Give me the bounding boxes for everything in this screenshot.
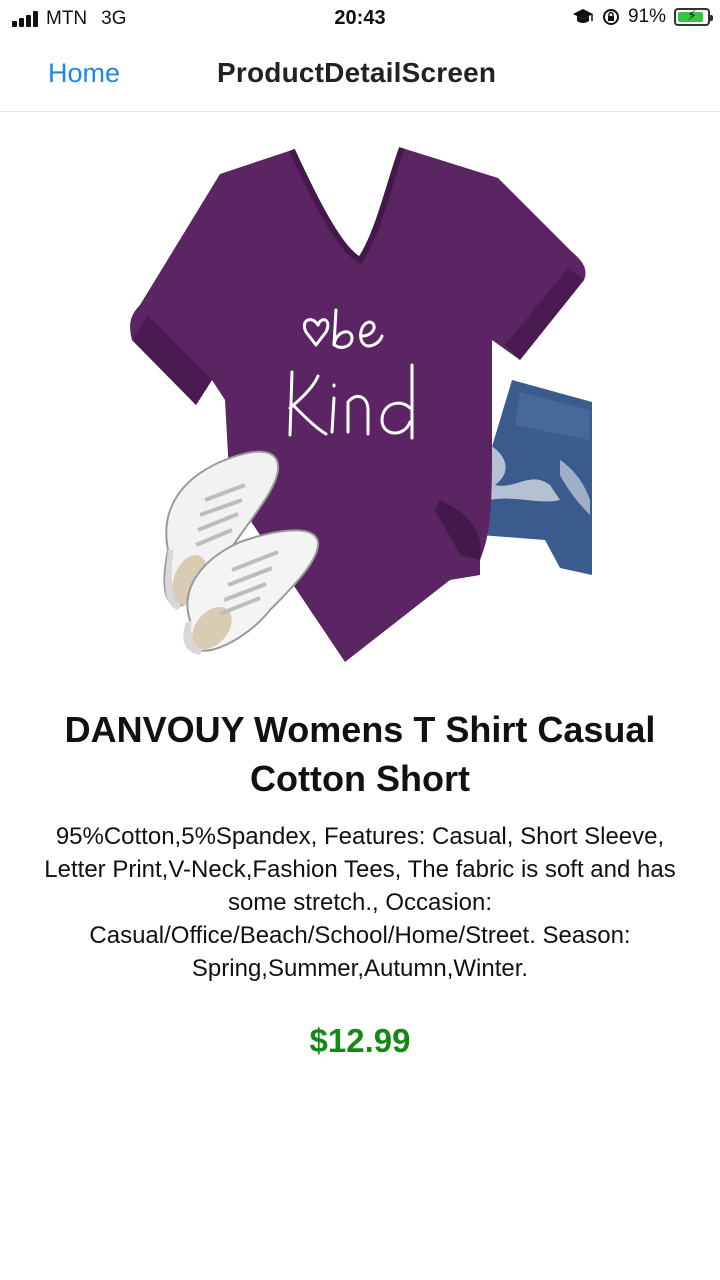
product-description: 95%Cotton,5%Spandex, Features: Casual, S… bbox=[44, 823, 676, 982]
jeans-illustration bbox=[480, 380, 592, 575]
rotation-lock-icon bbox=[602, 9, 619, 25]
graduation-cap-icon bbox=[572, 9, 593, 23]
home-back-button[interactable]: Home bbox=[48, 58, 120, 89]
battery-percent: 91% bbox=[627, 6, 666, 27]
status-bar: MTN 3G 20:43 91% ⚡ bbox=[0, 0, 720, 38]
battery-charging-icon: ⚡ bbox=[674, 7, 713, 26]
navigation-bar: Home ProductDetailScreen bbox=[0, 38, 720, 112]
product-price: $12.99 bbox=[309, 1022, 411, 1059]
status-right: 91% ⚡ bbox=[572, 6, 713, 28]
product-image bbox=[130, 146, 592, 662]
product-title: DANVOUY Womens T Shirt Casual Cotton Sho… bbox=[64, 709, 656, 799]
page-title: ProductDetailScreen bbox=[217, 57, 497, 88]
